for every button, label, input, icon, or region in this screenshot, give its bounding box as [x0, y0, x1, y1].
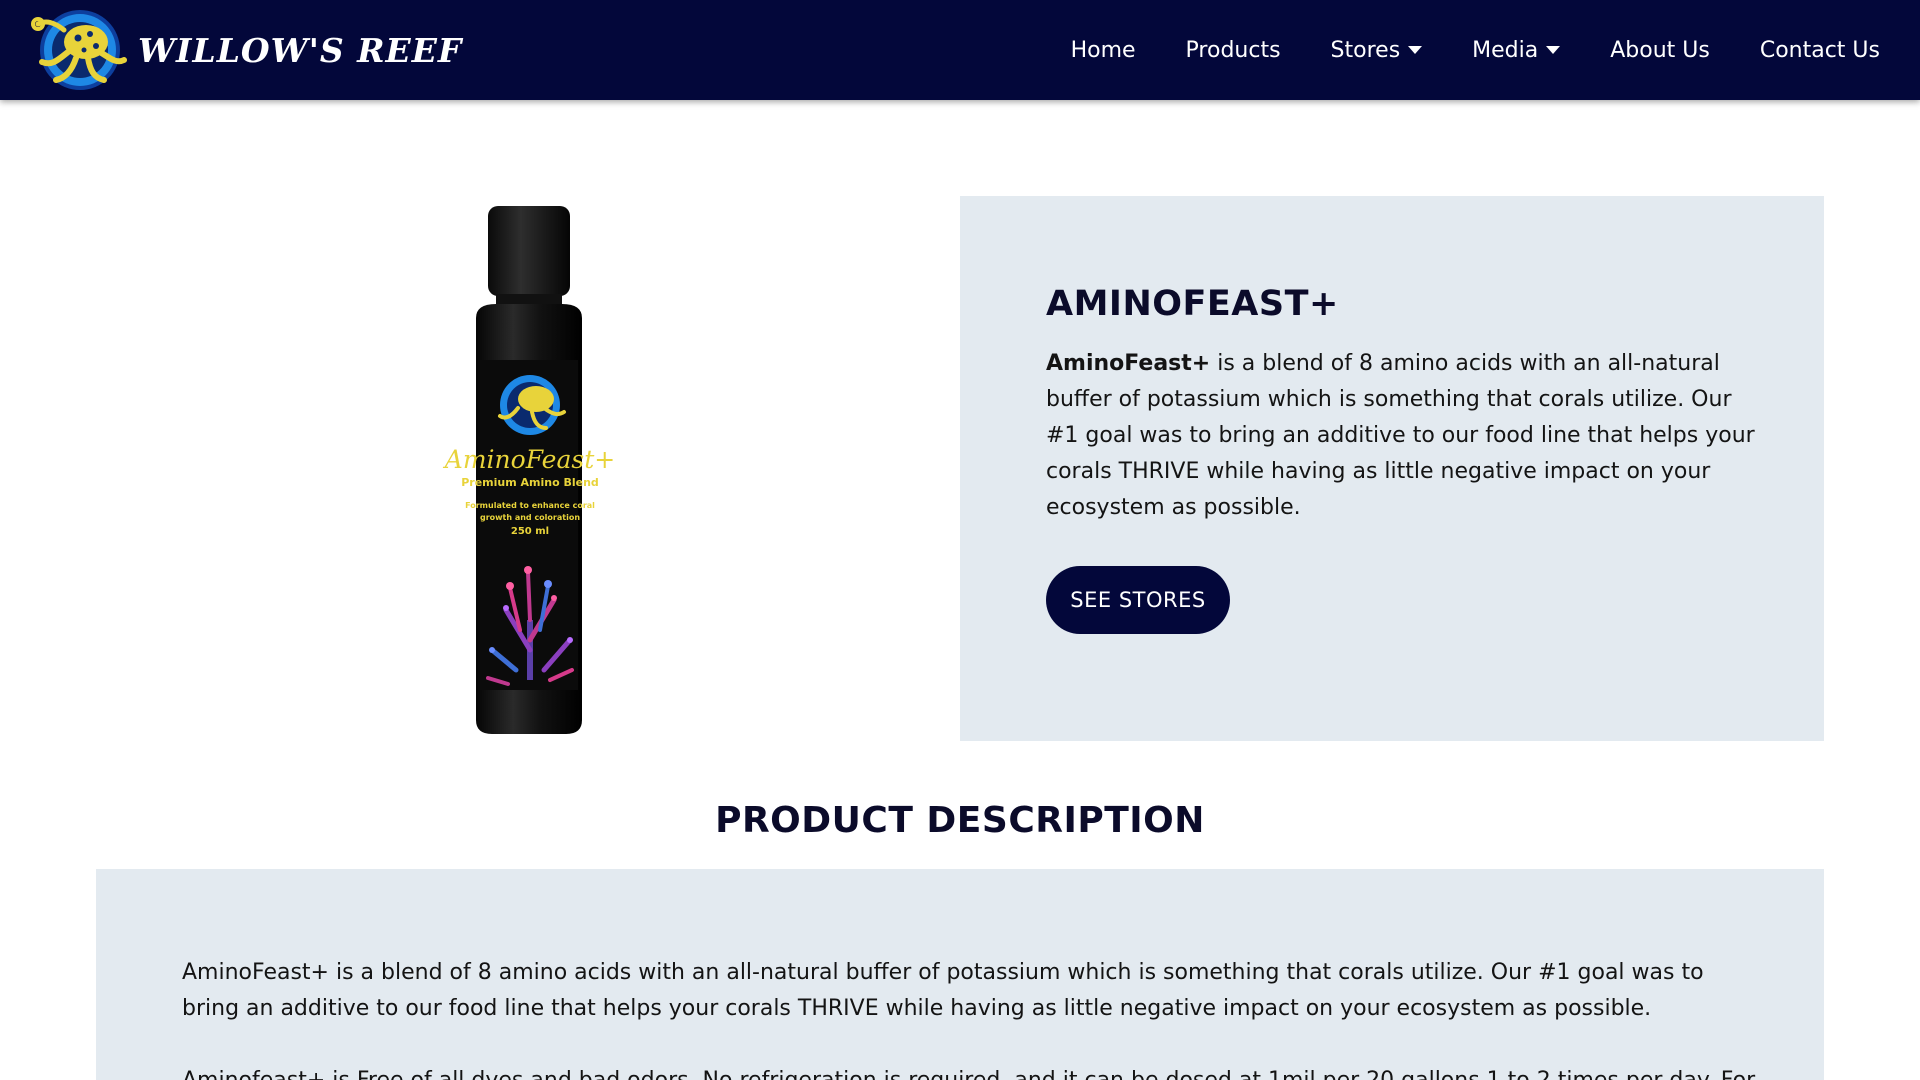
nav-contact-us[interactable]: Contact Us [1760, 38, 1880, 63]
caret-down-icon [1546, 46, 1561, 54]
description-paragraph-2: Aminofeast+ is Free of all dyes and bad … [182, 1063, 1755, 1080]
product-title: AMINOFEAST+ [1046, 284, 1339, 324]
main-nav: Home Products Stores Media About Us Cont… [1021, 0, 1880, 100]
brand-link[interactable]: WILLOW'S REEF [28, 8, 462, 92]
nav-about-us-label: About Us [1610, 37, 1710, 63]
product-info-card: AMINOFEAST+ AminoFeast+ is a blend of 8 … [960, 196, 1824, 741]
site-header: WILLOW'S REEF Home Products Stores Media… [0, 0, 1920, 100]
product-bottle-image: AminoFeast+ Premium Amino Blend Formulat… [443, 206, 615, 734]
brand-name: WILLOW'S REEF [138, 30, 463, 70]
nav-home[interactable]: Home [1071, 38, 1136, 63]
see-stores-button[interactable]: SEE STORES [1046, 566, 1230, 634]
product-intro: AminoFeast+ is a blend of 8 amino acids … [1046, 346, 1766, 526]
product-intro-text: is a blend of 8 amino acids with an all-… [1046, 351, 1755, 520]
bottle-label-volume: 250 ml [511, 526, 549, 537]
product-image: AminoFeast+ Premium Amino Blend Formulat… [420, 200, 640, 740]
nav-stores-label: Stores [1330, 37, 1401, 63]
product-intro-bold: AminoFeast+ [1046, 351, 1211, 376]
nav-stores[interactable]: Stores [1331, 38, 1423, 63]
bottle-label-subtitle: Premium Amino Blend [461, 476, 599, 489]
bottle-label-name: AminoFeast+ [443, 445, 615, 474]
nav-media-label: Media [1472, 37, 1539, 63]
nav-media[interactable]: Media [1472, 37, 1561, 63]
description-paragraph-1: AminoFeast+ is a blend of 8 amino acids … [182, 960, 1704, 1021]
product-description-panel: AminoFeast+ is a blend of 8 amino acids … [96, 869, 1824, 1080]
octopus-logo-icon [31, 10, 127, 90]
nav-products-label: Products [1185, 37, 1281, 63]
nav-home-label: Home [1070, 37, 1136, 63]
product-description-heading: PRODUCT DESCRIPTION [715, 800, 1205, 841]
nav-about-us[interactable]: About Us [1610, 38, 1710, 63]
nav-contact-us-label: Contact Us [1759, 37, 1880, 63]
nav-products[interactable]: Products [1186, 38, 1281, 63]
caret-down-icon [1408, 46, 1423, 54]
bottle-label-tagline-2: growth and coloration [480, 513, 580, 522]
bottle-label-tagline-1: Formulated to enhance coral [465, 501, 595, 510]
